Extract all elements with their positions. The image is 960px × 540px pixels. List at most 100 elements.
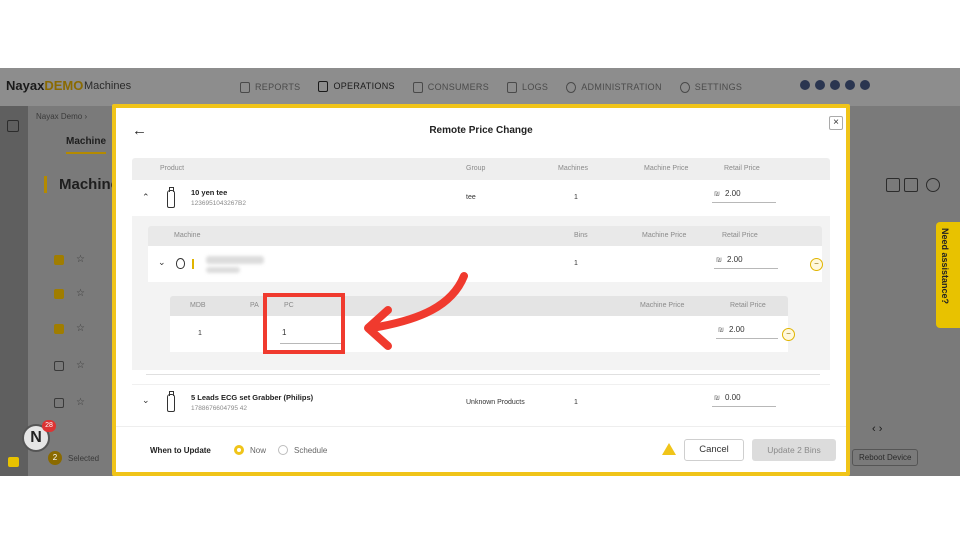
product-group: Unknown Products xyxy=(466,399,525,406)
dialog-title: Remote Price Change xyxy=(429,125,533,136)
radio-now[interactable] xyxy=(234,445,244,455)
header-machine-price: Machine Price xyxy=(640,302,685,309)
pagination[interactable]: ‹ › xyxy=(872,423,882,435)
retail-price-field[interactable]: ₪ 0.00 xyxy=(712,391,776,407)
product-machines: 1 xyxy=(574,194,578,201)
header-pa: PA xyxy=(250,302,259,309)
row-checkbox[interactable] xyxy=(54,398,64,408)
table-row[interactable]: ☆ xyxy=(54,398,112,412)
globe-icon[interactable] xyxy=(845,80,855,90)
top-icons xyxy=(800,80,870,90)
radio-now-label[interactable]: Now xyxy=(250,446,266,455)
main-nav: REPORTS OPERATIONS CONSUMERS LOGS ADMINI… xyxy=(240,68,742,106)
highlight-box xyxy=(263,293,345,354)
administration-icon xyxy=(566,81,577,93)
star-icon[interactable]: ☆ xyxy=(76,398,85,412)
star-icon[interactable]: ☆ xyxy=(76,361,85,375)
table-row[interactable]: ☆ xyxy=(54,289,112,303)
machine-panel: Machine Bins Machine Price Retail Price … xyxy=(132,216,830,370)
bin-mdb: 1 xyxy=(198,330,202,337)
bin-retail-price-field[interactable]: ₪ 2.00 xyxy=(716,323,778,339)
header-mdb: MDB xyxy=(190,302,206,309)
nav-settings[interactable]: SETTINGS xyxy=(679,68,742,106)
table-view-icon[interactable] xyxy=(886,178,900,192)
nav-operations[interactable]: OPERATIONS xyxy=(318,68,395,106)
nav-reports[interactable]: REPORTS xyxy=(240,68,300,106)
section-title: Machines xyxy=(84,80,132,92)
table-row[interactable]: ☆ xyxy=(54,255,112,269)
top-app-bar: NayaxDEMO Machines REPORTS OPERATIONS CO… xyxy=(0,68,960,106)
update-bins-button[interactable]: Update 2 Bins xyxy=(752,439,836,461)
product-code: 1788676604795 42 xyxy=(191,405,248,412)
selected-label: Selected xyxy=(68,454,100,463)
header-retail-price: Retail Price xyxy=(722,232,758,239)
header-bins: Bins xyxy=(574,232,588,239)
chevron-down-icon[interactable]: ⌄ xyxy=(158,257,166,268)
row-checkbox[interactable] xyxy=(54,324,64,334)
reports-icon xyxy=(240,81,250,93)
header-machine: Machine xyxy=(174,232,201,239)
refresh-icon[interactable] xyxy=(926,178,940,192)
balloon-icon xyxy=(176,258,185,269)
tab-machine[interactable]: Machine xyxy=(66,136,107,154)
header-machines: Machines xyxy=(558,165,588,172)
product-machines: 1 xyxy=(574,399,578,406)
product-name: 10 yen tee xyxy=(191,188,228,197)
row-checkbox[interactable] xyxy=(54,361,64,371)
radio-schedule-label[interactable]: Schedule xyxy=(294,446,327,455)
chat-icon[interactable] xyxy=(8,457,19,467)
consumers-icon xyxy=(412,81,423,93)
machine-retail-price-field[interactable]: ₪ 2.00 xyxy=(714,253,778,269)
redacted-machine-name xyxy=(206,256,264,264)
cancel-button[interactable]: Cancel xyxy=(684,439,744,461)
left-rail xyxy=(0,106,28,476)
header-machine-price: Machine Price xyxy=(642,232,687,239)
machine-row: ⌄ 1 ₪ 2.00 xyxy=(148,246,822,282)
hierarchy-icon[interactable] xyxy=(7,120,19,132)
redacted-machine-id xyxy=(206,267,240,273)
machine-bins: 1 xyxy=(574,260,578,267)
selected-count-badge: 2 xyxy=(48,451,62,465)
close-icon[interactable]: × xyxy=(829,116,843,130)
graduation-cap-icon[interactable] xyxy=(800,80,810,90)
bottle-icon xyxy=(167,391,175,412)
breadcrumb[interactable]: Nayax Demo › xyxy=(36,112,87,121)
collapse-machine-button[interactable]: − xyxy=(810,258,823,271)
retail-price-field[interactable]: ₪ 2.00 xyxy=(712,187,776,203)
header-machine-price: Machine Price xyxy=(644,165,689,172)
app-window: NayaxDEMO Machines REPORTS OPERATIONS CO… xyxy=(0,68,960,476)
header-retail-price: Retail Price xyxy=(730,302,766,309)
nav-administration[interactable]: ADMINISTRATION xyxy=(566,68,662,106)
remote-price-change-dialog: ← Remote Price Change × Product Group Ma… xyxy=(112,104,850,476)
brand-logo[interactable]: NayaxDEMO xyxy=(6,78,83,93)
chevron-down-icon[interactable]: ⌄ xyxy=(142,395,150,406)
settings-icon xyxy=(679,81,690,93)
status-indicator xyxy=(192,259,194,269)
reboot-device-button[interactable]: Reboot Device xyxy=(852,449,919,466)
search-icon[interactable] xyxy=(830,80,840,90)
star-icon[interactable]: ☆ xyxy=(76,255,85,269)
row-checkbox[interactable] xyxy=(54,289,64,299)
nav-logs[interactable]: LOGS xyxy=(507,68,548,106)
map-view-icon[interactable] xyxy=(904,178,918,192)
star-icon[interactable]: ☆ xyxy=(76,324,85,338)
dialog-footer: When to Update Now Schedule Cancel Updat… xyxy=(116,426,846,472)
header-group: Group xyxy=(466,165,486,172)
warning-icon xyxy=(662,443,676,455)
radio-schedule[interactable] xyxy=(278,445,288,455)
star-icon[interactable]: ☆ xyxy=(76,289,85,303)
chevron-up-icon[interactable]: ⌃ xyxy=(142,192,150,203)
page-title: Machine xyxy=(44,176,119,193)
need-assistance-tab[interactable]: Need assistance? xyxy=(936,222,960,328)
table-row[interactable]: ☆ xyxy=(54,324,112,338)
product-group: tee xyxy=(466,194,476,201)
notification-count-badge: 28 xyxy=(42,420,56,432)
clock-icon[interactable] xyxy=(860,80,870,90)
nav-consumers[interactable]: CONSUMERS xyxy=(412,68,489,106)
product-row: ⌃ 10 yen tee 1236951043267B2 tee 1 ₪ 2.00 xyxy=(132,180,830,216)
remove-bin-button[interactable]: − xyxy=(782,328,795,341)
product-row: ⌄ 5 Leads ECG set Grabber (Philips) 1788… xyxy=(132,384,830,420)
table-row[interactable]: ☆ xyxy=(54,361,112,375)
row-checkbox[interactable] xyxy=(54,255,64,265)
flask-icon[interactable] xyxy=(815,80,825,90)
